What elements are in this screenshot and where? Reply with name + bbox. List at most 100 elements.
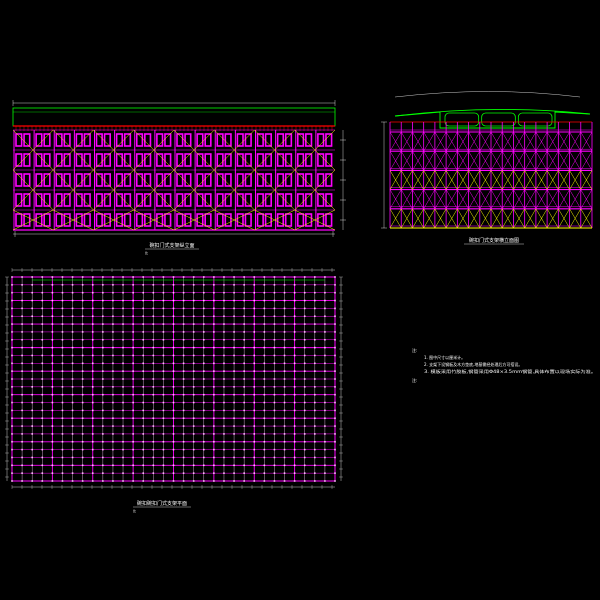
post-node bbox=[253, 331, 256, 333]
post-node bbox=[31, 315, 33, 318]
post-node bbox=[91, 386, 94, 388]
post-node bbox=[202, 291, 205, 294]
post-node bbox=[324, 401, 326, 404]
post-node bbox=[11, 386, 13, 388]
post-node bbox=[314, 276, 316, 278]
post-node bbox=[112, 417, 114, 420]
post-node bbox=[273, 378, 276, 380]
post-node bbox=[263, 315, 266, 318]
post-node bbox=[51, 284, 54, 286]
post-node bbox=[81, 346, 84, 349]
post-node bbox=[31, 440, 33, 443]
post-node bbox=[162, 456, 165, 459]
post-node bbox=[122, 370, 124, 372]
post-node bbox=[223, 456, 225, 459]
post-node bbox=[122, 299, 124, 302]
post-node bbox=[202, 425, 205, 427]
post-node bbox=[253, 284, 256, 286]
post-node bbox=[51, 386, 54, 388]
post-node bbox=[41, 284, 44, 286]
post-node bbox=[334, 386, 336, 388]
post-node bbox=[61, 307, 64, 310]
post-node bbox=[122, 291, 124, 294]
post-node bbox=[172, 433, 175, 435]
post-node bbox=[202, 409, 205, 412]
post-node bbox=[132, 448, 134, 451]
post-node bbox=[243, 440, 245, 443]
post-node bbox=[122, 433, 124, 435]
post-node bbox=[21, 378, 23, 380]
post-node bbox=[293, 331, 296, 333]
post-node bbox=[334, 378, 336, 380]
post-node bbox=[243, 299, 245, 302]
post-node bbox=[122, 307, 124, 310]
post-node bbox=[172, 315, 175, 318]
post-node bbox=[182, 299, 185, 302]
post-node bbox=[112, 323, 114, 325]
post-node bbox=[314, 440, 316, 443]
post-node bbox=[263, 276, 266, 278]
post-node bbox=[71, 456, 74, 459]
post-node bbox=[122, 276, 124, 278]
post-node bbox=[192, 433, 195, 435]
post-node bbox=[112, 362, 114, 365]
post-node bbox=[213, 425, 215, 427]
post-node bbox=[192, 386, 195, 388]
post-node bbox=[172, 307, 175, 310]
post-node bbox=[91, 464, 94, 467]
post-node bbox=[162, 480, 165, 482]
post-node bbox=[293, 480, 296, 482]
post-node bbox=[91, 433, 94, 435]
post-node bbox=[81, 338, 84, 341]
post-node bbox=[202, 378, 205, 380]
post-node bbox=[31, 472, 33, 474]
post-node bbox=[192, 284, 195, 286]
post-node bbox=[202, 346, 205, 349]
post-node bbox=[41, 276, 44, 278]
post-node bbox=[334, 346, 336, 349]
post-node bbox=[41, 409, 44, 412]
post-node bbox=[283, 331, 286, 333]
post-node bbox=[334, 409, 336, 412]
post-node bbox=[132, 472, 134, 474]
post-node bbox=[162, 409, 165, 412]
post-node bbox=[243, 323, 245, 325]
post-node bbox=[293, 417, 296, 420]
post-node bbox=[283, 417, 286, 420]
post-node bbox=[314, 425, 316, 427]
post-node bbox=[263, 448, 266, 451]
post-node bbox=[283, 315, 286, 318]
post-node bbox=[142, 354, 145, 357]
post-node bbox=[31, 393, 33, 396]
post-node bbox=[51, 409, 54, 412]
post-node bbox=[31, 464, 33, 467]
post-node bbox=[81, 433, 84, 435]
post-node bbox=[31, 425, 33, 427]
post-node bbox=[243, 354, 245, 357]
post-node bbox=[182, 480, 185, 482]
post-node bbox=[41, 472, 44, 474]
post-node bbox=[122, 456, 124, 459]
post-node bbox=[182, 370, 185, 372]
post-node bbox=[324, 307, 326, 310]
post-node bbox=[61, 354, 64, 357]
post-node bbox=[162, 291, 165, 294]
post-node bbox=[303, 331, 306, 333]
post-node bbox=[202, 370, 205, 372]
post-node bbox=[273, 386, 276, 388]
post-node bbox=[192, 448, 195, 451]
post-node bbox=[334, 362, 336, 365]
post-node bbox=[152, 370, 155, 372]
post-node bbox=[324, 386, 326, 388]
post-node bbox=[243, 480, 245, 482]
post-node bbox=[243, 448, 245, 451]
post-node bbox=[303, 401, 306, 404]
post-node bbox=[102, 472, 104, 474]
post-node bbox=[253, 448, 256, 451]
post-node bbox=[334, 307, 336, 310]
post-node bbox=[142, 472, 145, 474]
post-node bbox=[324, 291, 326, 294]
post-node bbox=[253, 291, 256, 294]
post-node bbox=[283, 370, 286, 372]
post-node bbox=[253, 425, 256, 427]
